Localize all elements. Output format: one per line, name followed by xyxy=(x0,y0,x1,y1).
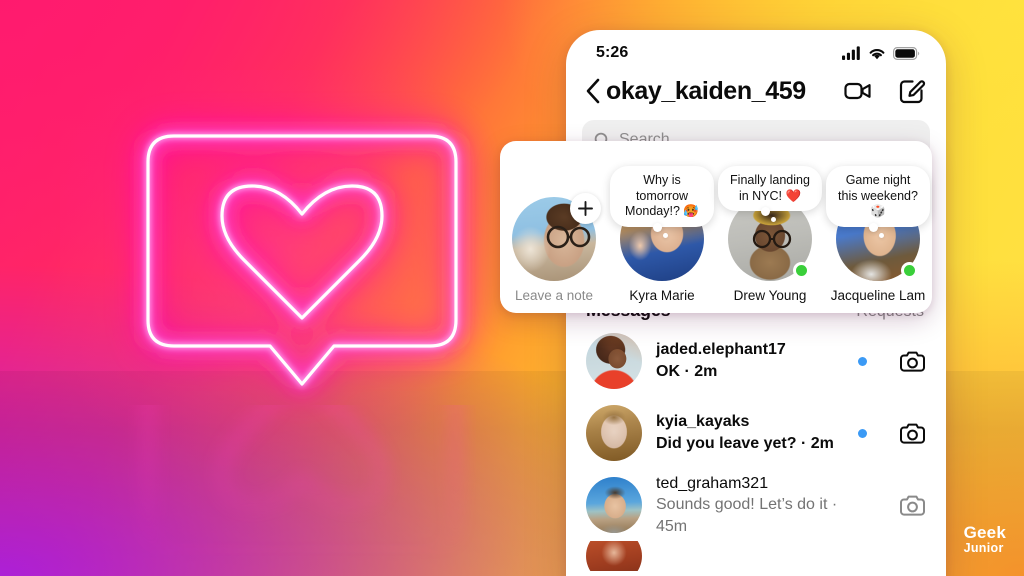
notes-tray-card: Leave a note Why is tomorrow Monday!? 🥵 … xyxy=(500,141,932,313)
unread-dot xyxy=(858,428,867,438)
neon-heart-icon xyxy=(140,128,464,392)
watermark: Geek Junior xyxy=(964,524,1006,555)
note-label: Jacqueline Lam xyxy=(830,288,926,303)
note-item-drew-young[interactable]: Finally landing in NYC! ❤️ Drew Young xyxy=(716,166,824,313)
message-username: ted_graham321 xyxy=(656,474,769,492)
note-bubble[interactable]: Game night this weekend? 🎲 xyxy=(826,166,930,238)
note-label: Leave a note xyxy=(514,288,594,303)
message-preview: Did you leave yet? · 2m xyxy=(656,435,834,452)
battery-full-icon xyxy=(893,46,920,60)
status-icons xyxy=(842,46,920,60)
note-label: Kyra Marie xyxy=(629,288,695,303)
screenshot-root: 5:26 okay_kaiden_459 Search jaded.elepha… xyxy=(0,0,1024,576)
table-row[interactable]: kyia_kayaks Did you leave yet? · 2m xyxy=(566,397,946,469)
table-row[interactable]: jaded.elephant17 OK · 2m xyxy=(566,325,946,397)
note-label: Drew Young xyxy=(733,288,807,303)
online-status-badge xyxy=(901,262,918,279)
message-username: kyia_kayaks xyxy=(656,413,750,431)
table-row[interactable] xyxy=(566,541,946,571)
camera-icon[interactable] xyxy=(899,492,926,519)
wifi-icon xyxy=(869,48,885,59)
video-call-icon[interactable] xyxy=(843,76,873,106)
conversation-header: okay_kaiden_459 xyxy=(566,70,946,114)
watermark-line-1: Geek xyxy=(963,522,1006,542)
camera-icon[interactable] xyxy=(899,420,926,447)
neon-heart-speech-bubble-reflection xyxy=(128,303,476,570)
note-item-kyra-marie[interactable]: Why is tomorrow Monday!? 🥵 Kyra Marie xyxy=(608,166,716,313)
message-text: kyia_kayaks Did you leave yet? · 2m xyxy=(656,411,844,454)
message-preview: OK · 2m xyxy=(656,363,718,380)
avatar-ted-graham321 xyxy=(586,477,642,533)
message-text: jaded.elephant17 OK · 2m xyxy=(656,339,844,382)
compose-new-message-icon[interactable] xyxy=(897,76,927,106)
note-bubble[interactable]: Why is tomorrow Monday!? 🥵 xyxy=(610,166,714,238)
cellular-signal-icon xyxy=(842,46,860,60)
page-title[interactable]: okay_kaiden_459 xyxy=(606,77,806,106)
neon-heart-speech-bubble xyxy=(128,122,476,402)
phone-status-bar: 5:26 xyxy=(566,30,946,70)
note-avatar-wrap xyxy=(512,193,601,281)
note-item-jacqueline-lam[interactable]: Game night this weekend? 🎲 Jacqueline La… xyxy=(824,166,932,313)
message-text: ted_graham321 Sounds good! Let’s do it ·… xyxy=(656,473,844,538)
table-row[interactable]: ted_graham321 Sounds good! Let’s do it ·… xyxy=(566,469,946,541)
message-username: jaded.elephant17 xyxy=(656,341,786,359)
camera-icon[interactable] xyxy=(899,348,926,375)
watermark-line-2: Junior xyxy=(963,540,1004,555)
message-preview: Sounds good! Let’s do it · 45m xyxy=(656,496,838,535)
online-status-badge xyxy=(793,262,810,279)
avatar-next-conversation xyxy=(586,541,642,571)
plus-icon xyxy=(578,201,593,216)
unread-dot xyxy=(858,501,867,510)
unread-dot xyxy=(858,356,867,366)
status-time: 5:26 xyxy=(596,44,629,61)
add-note-button[interactable] xyxy=(570,193,601,224)
avatar-jaded-elephant17 xyxy=(586,333,642,389)
back-chevron-icon[interactable] xyxy=(582,76,604,106)
note-item-leave-a-note[interactable]: Leave a note xyxy=(500,193,608,313)
note-bubble[interactable]: Finally landing in NYC! ❤️ xyxy=(718,166,822,223)
avatar-kyia-kayaks xyxy=(586,405,642,461)
